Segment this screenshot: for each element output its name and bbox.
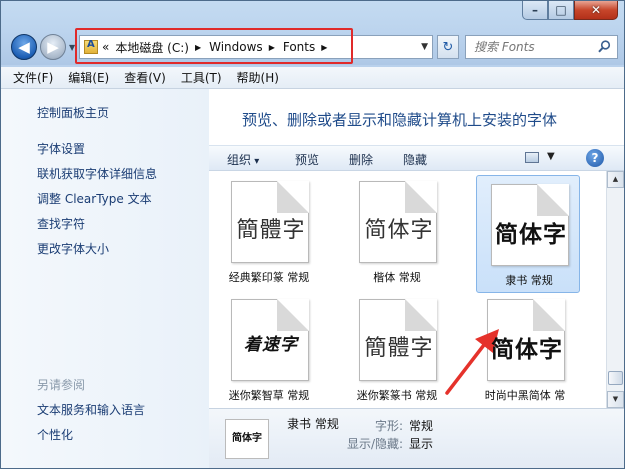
- forward-button[interactable]: ▶: [40, 34, 66, 60]
- font-item[interactable]: 着速字 迷你繁智草 常规: [217, 291, 321, 408]
- task-find-character[interactable]: 查找字符: [37, 215, 85, 232]
- content-pane: 预览、删除或者显示和隐藏计算机上安装的字体 组织 预览 删除 隐藏 ▼ ? 簡體…: [209, 89, 624, 468]
- address-bar[interactable]: « 本地磁盘 (C:) ▶ Windows ▶ Fonts ▶ ▼: [79, 35, 433, 59]
- font-label: 经典繁印篆 常规: [228, 271, 310, 284]
- details-pane: 简体字 隶书 常规 字形: 常规 显示/隐藏: 显示: [209, 408, 624, 468]
- maximize-button[interactable]: □: [548, 1, 574, 20]
- task-adjust-cleartype[interactable]: 调整 ClearType 文本: [37, 190, 152, 207]
- visibility-value: 显示: [409, 437, 434, 451]
- search-box[interactable]: [465, 35, 618, 59]
- change-view-icon[interactable]: [525, 152, 539, 163]
- scroll-thumb[interactable]: [608, 371, 623, 385]
- refresh-icon: ↻: [442, 39, 454, 55]
- task-pane: 控制面板主页 字体设置 联机获取字体详细信息 调整 ClearType 文本 查…: [1, 89, 209, 468]
- menu-tools[interactable]: 工具(T): [181, 69, 222, 86]
- menu-bar: 文件(F) 编辑(E) 查看(V) 工具(T) 帮助(H): [1, 67, 624, 89]
- font-item[interactable]: 簡體字 迷你繁篆书 常规: [345, 291, 449, 408]
- page-title: 预览、删除或者显示和隐藏计算机上安装的字体: [242, 111, 558, 129]
- style-label: 字形:: [375, 419, 404, 433]
- back-button[interactable]: ◀: [11, 34, 37, 60]
- fonts-folder-icon: [84, 39, 98, 54]
- selected-font-name: 隶书 常规: [287, 417, 339, 431]
- menu-view[interactable]: 查看(V): [124, 69, 166, 86]
- minimize-icon: –: [532, 3, 538, 17]
- see-also-heading: 另请参阅: [37, 378, 86, 392]
- preview-button[interactable]: 预览: [295, 151, 319, 168]
- font-thumbnail: 简体字: [225, 419, 269, 459]
- font-label: 楷体 常规: [373, 271, 421, 284]
- breadcrumb-windows[interactable]: Windows: [209, 40, 263, 54]
- style-value: 常规: [409, 419, 434, 433]
- view-options-chevron-down-icon[interactable]: ▼: [547, 151, 555, 162]
- minimize-button[interactable]: –: [522, 1, 548, 20]
- command-bar: 组织 预览 删除 隐藏 ▼ ?: [209, 145, 624, 171]
- task-get-font-info-online[interactable]: 联机获取字体详细信息: [37, 165, 157, 182]
- menu-file[interactable]: 文件(F): [13, 69, 53, 86]
- caption-buttons: – □ ✕: [522, 1, 618, 21]
- chevron-right-icon[interactable]: ▶: [321, 43, 327, 52]
- back-arrow-icon: ◀: [18, 38, 30, 56]
- font-preview-glyph: 簡體字: [236, 218, 306, 243]
- scroll-up-icon[interactable]: ▲: [607, 171, 624, 188]
- vertical-scrollbar[interactable]: ▲ ▼: [606, 171, 624, 408]
- breadcrumb-fonts[interactable]: Fonts: [283, 40, 315, 54]
- search-input[interactable]: [474, 40, 600, 54]
- scroll-down-icon[interactable]: ▼: [607, 391, 624, 408]
- chevron-right-icon[interactable]: ▶: [269, 43, 275, 52]
- navigation-bar: ◀ ▶ ▼ « 本地磁盘 (C:) ▶ Windows ▶ Fonts ▶ ▼ …: [9, 28, 618, 64]
- font-file-icon: 簡體字: [359, 299, 437, 381]
- font-file-icon: 简体字: [359, 181, 437, 263]
- font-file-icon: 着速字: [231, 299, 309, 381]
- organize-button[interactable]: 组织: [227, 151, 259, 168]
- recent-pages-chevron-down-icon[interactable]: ▼: [69, 43, 75, 52]
- task-personalization[interactable]: 个性化: [37, 426, 73, 443]
- font-file-icon: 简体字: [491, 184, 569, 266]
- font-label: 时尚中黑简体 常: [484, 389, 566, 402]
- font-grid: 簡體字 经典繁印篆 常规 简体字 楷体 常规 简体字 隶书 常规 着速字 迷你繁…: [209, 171, 606, 408]
- hide-button[interactable]: 隐藏: [403, 151, 427, 168]
- task-font-settings[interactable]: 字体设置: [37, 140, 85, 157]
- maximize-icon: □: [555, 3, 567, 17]
- address-history-chevron-down-icon[interactable]: ▼: [421, 42, 428, 52]
- close-icon: ✕: [590, 3, 602, 17]
- menu-help[interactable]: 帮助(H): [237, 69, 279, 86]
- refresh-button[interactable]: ↻: [437, 35, 459, 59]
- task-control-panel-home[interactable]: 控制面板主页: [37, 104, 109, 121]
- help-icon[interactable]: ?: [586, 149, 604, 167]
- visibility-label: 显示/隐藏:: [347, 437, 404, 451]
- delete-button[interactable]: 删除: [349, 151, 373, 168]
- font-preview-glyph: 簡體字: [364, 336, 434, 361]
- breadcrumb-overflow[interactable]: «: [102, 40, 109, 54]
- font-item-selected[interactable]: 简体字 隶书 常规: [476, 175, 580, 293]
- task-change-font-size[interactable]: 更改字体大小: [37, 240, 109, 257]
- font-label: 隶书 常规: [505, 274, 553, 287]
- font-item[interactable]: 简体字 楷体 常规: [345, 173, 449, 291]
- explorer-window: – □ ✕ ◀ ▶ ▼ « 本地磁盘 (C:) ▶ Windows ▶ Font…: [0, 0, 625, 469]
- close-button[interactable]: ✕: [574, 1, 618, 20]
- font-preview-glyph: 简体字: [495, 222, 567, 248]
- breadcrumb-local-disk[interactable]: 本地磁盘 (C:): [115, 39, 189, 56]
- task-text-services[interactable]: 文本服务和输入语言: [37, 401, 145, 418]
- forward-arrow-icon: ▶: [47, 38, 59, 56]
- chevron-right-icon[interactable]: ▶: [195, 43, 201, 52]
- font-item[interactable]: 簡體字 经典繁印篆 常规: [217, 173, 321, 291]
- font-preview-glyph: 简体字: [364, 218, 434, 243]
- font-label: 迷你繁篆书 常规: [356, 389, 438, 402]
- font-file-icon: 簡體字: [231, 181, 309, 263]
- font-preview-glyph: 着速字: [244, 335, 298, 355]
- font-item[interactable]: 简体字 时尚中黑简体 常: [473, 291, 577, 408]
- search-icon[interactable]: [598, 40, 611, 53]
- font-preview-glyph: 简体字: [491, 337, 563, 363]
- font-file-icon: 简体字: [487, 299, 565, 381]
- font-label: 迷你繁智草 常规: [228, 389, 310, 402]
- menu-edit[interactable]: 编辑(E): [68, 69, 109, 86]
